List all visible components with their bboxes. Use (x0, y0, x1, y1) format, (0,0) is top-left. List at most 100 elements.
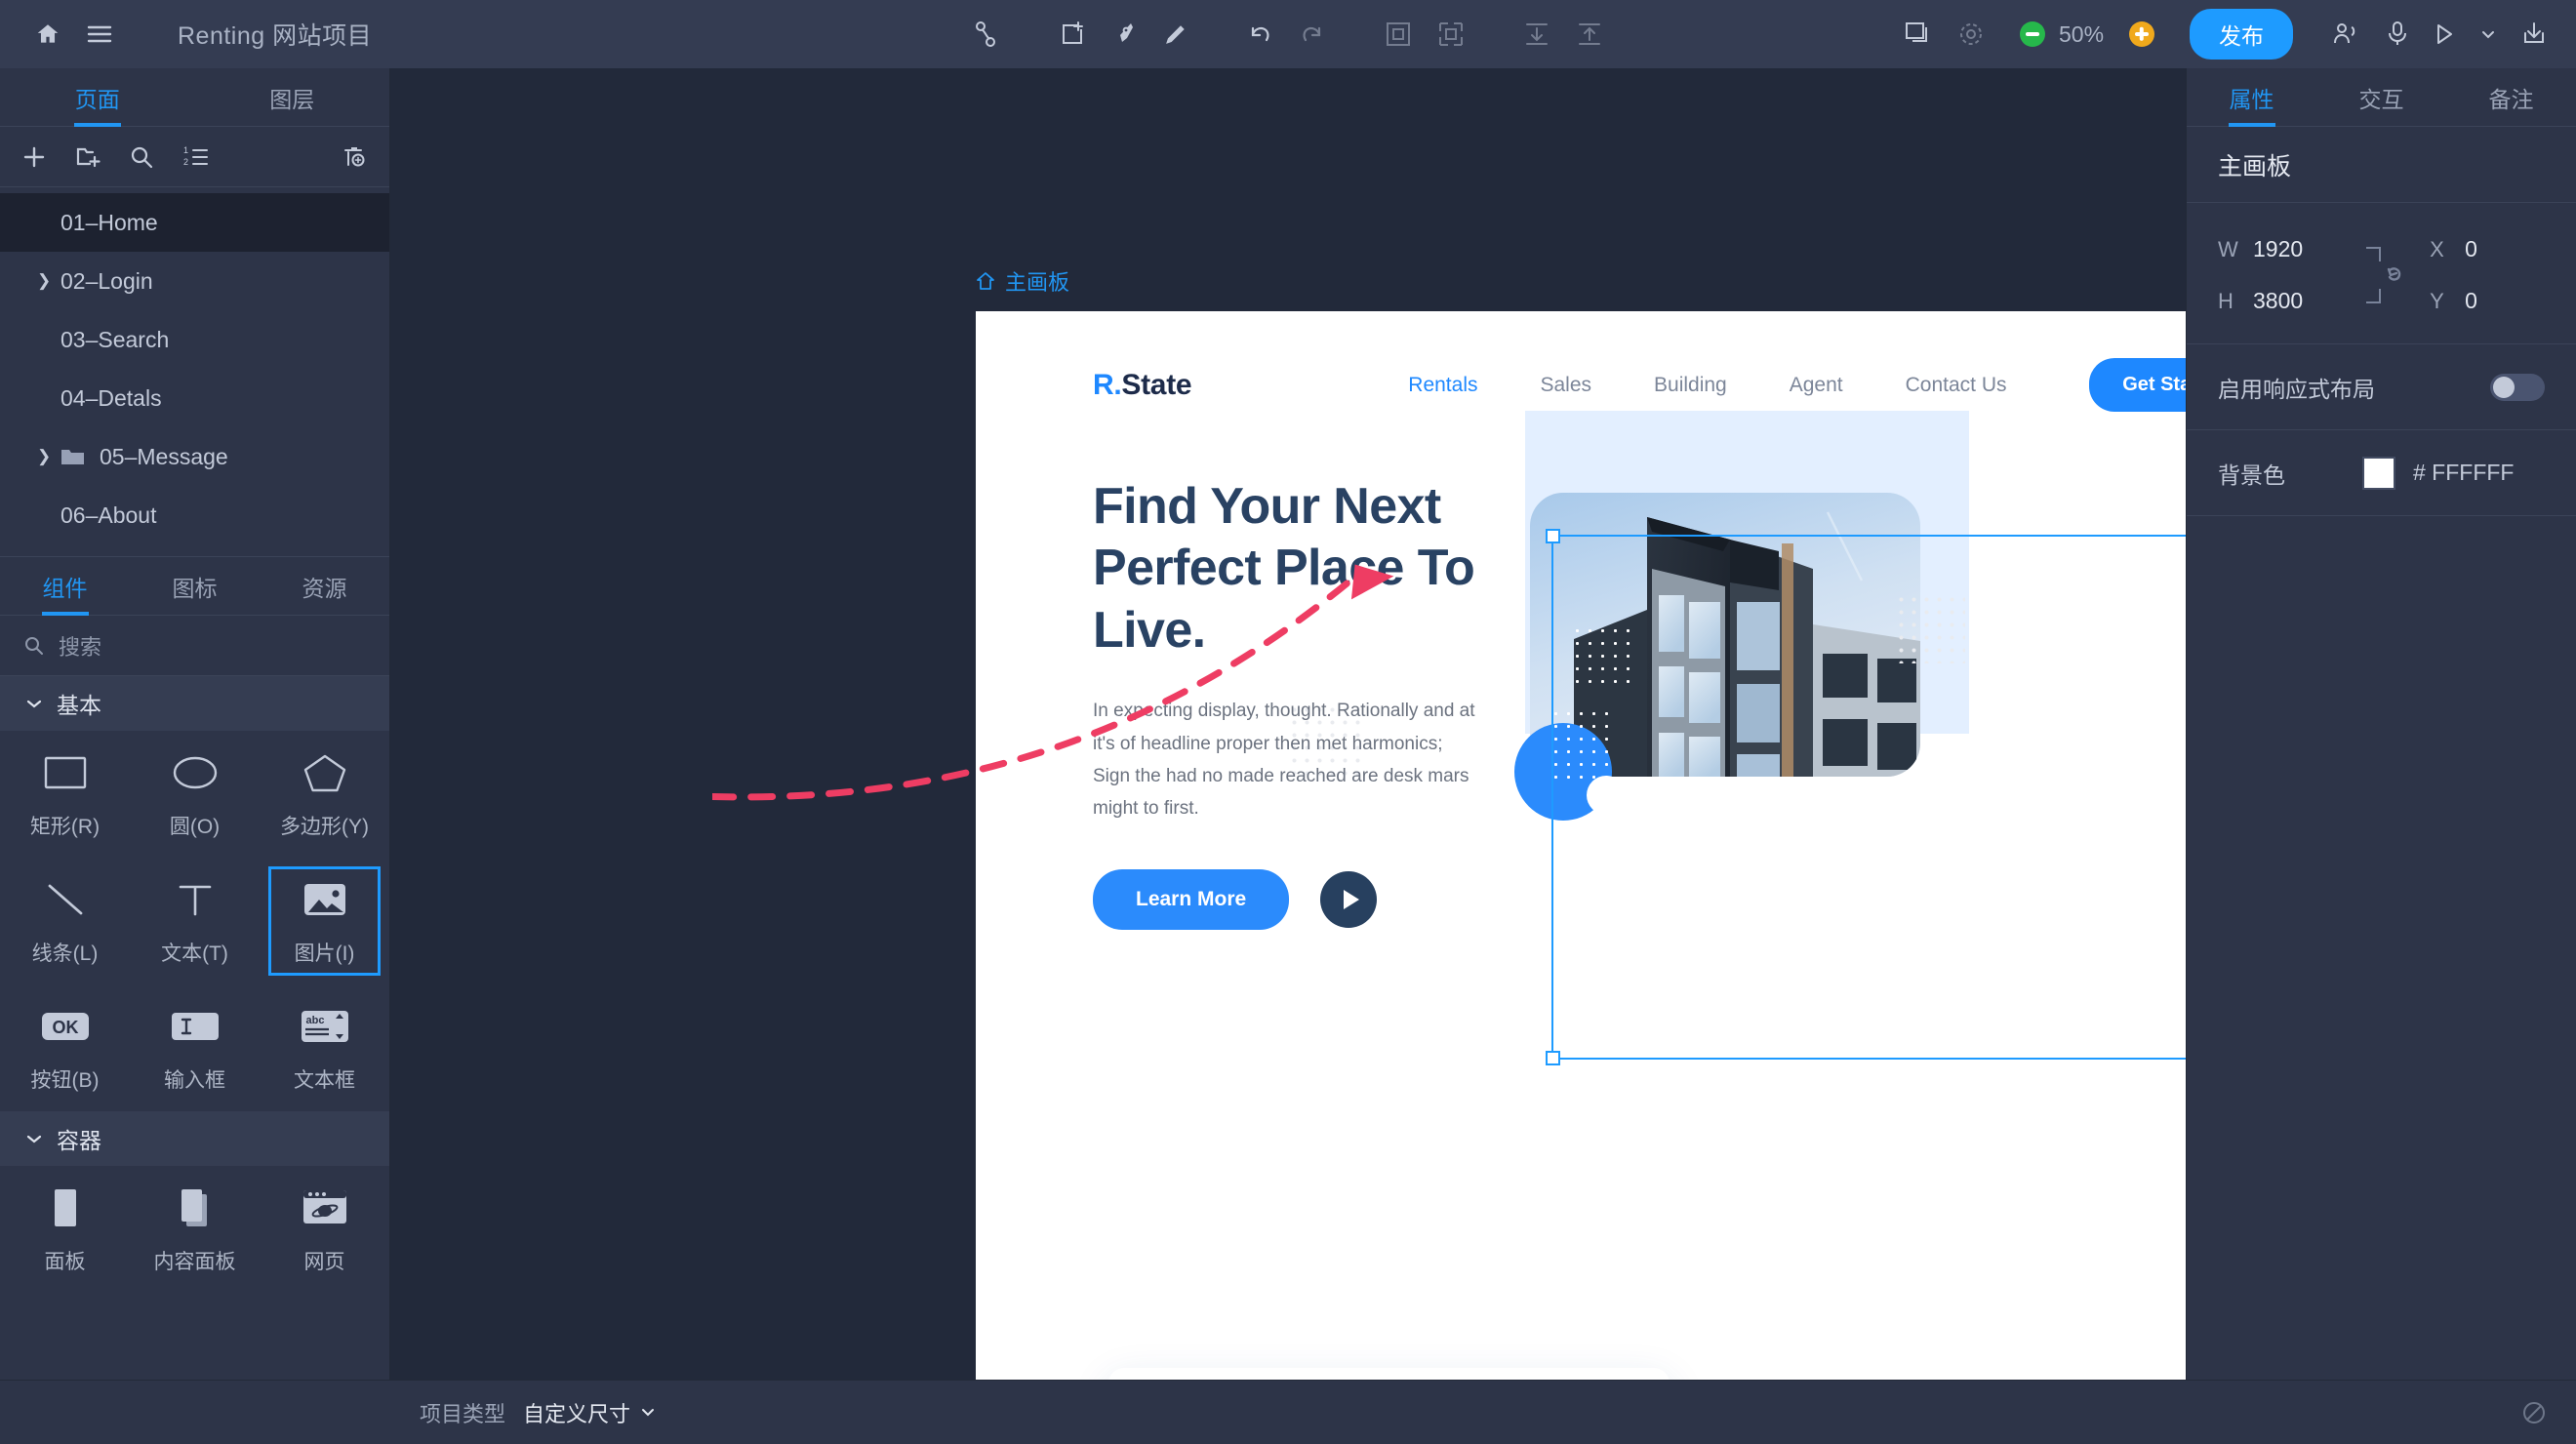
add-folder-icon[interactable] (74, 144, 101, 170)
background-color-swatch[interactable] (2362, 456, 2395, 490)
tab-pages[interactable]: 页面 (0, 68, 195, 126)
project-type-select[interactable]: 自定义尺寸 (523, 1397, 656, 1428)
component-label: 文本(T) (161, 943, 228, 965)
image-icon (302, 875, 348, 924)
project-type-value: 自定义尺寸 (523, 1401, 631, 1426)
tab-icons[interactable]: 图标 (130, 557, 260, 615)
bring-forward-icon[interactable] (1576, 20, 1603, 48)
undo-icon[interactable] (1246, 21, 1273, 47)
height-field[interactable]: H 3800 (2218, 288, 2303, 314)
hero-heading: Find Your Next Perfect Place To Live. (1093, 478, 1475, 659)
zoom-in-button[interactable] (2129, 21, 2154, 47)
topbar-right-group: 50% 发布 (1905, 9, 2576, 60)
page-item-06-about[interactable]: ❯ 06–About (0, 486, 389, 544)
collaborators-icon[interactable] (2332, 21, 2361, 47)
sort-number-icon[interactable]: 1 2 (181, 144, 209, 170)
tab-layers[interactable]: 图层 (195, 68, 390, 126)
page-item-05-message[interactable]: ❯ 05–Message (0, 427, 389, 486)
play-preview-icon[interactable] (2434, 21, 2455, 47)
y-field[interactable]: Y 0 (2430, 288, 2477, 314)
component-search-input[interactable]: 搜索 (0, 616, 389, 676)
gear-icon[interactable] (1957, 20, 1985, 48)
nav-link-agent[interactable]: Agent (1758, 374, 1874, 397)
component-label: 文本框 (294, 1069, 355, 1092)
send-backward-icon[interactable] (1523, 20, 1550, 48)
get-started-button[interactable]: Get Started (2089, 358, 2186, 412)
aspect-ratio-lock-icon[interactable] (2364, 244, 2407, 306)
artboard-label[interactable]: 主画板 (976, 265, 1069, 297)
site-logo[interactable]: R.State (1093, 369, 1192, 402)
component-rectangle[interactable]: 矩形(R) (0, 731, 130, 858)
nav-link-sales[interactable]: Sales (1509, 374, 1623, 397)
canvas-area[interactable]: 主画板 R.State Rentals Sales Building Agent… (390, 68, 2186, 1380)
page-item-02-login[interactable]: ❯ 02–Login (0, 252, 389, 310)
artboard-home-icon (976, 271, 995, 291)
redo-icon[interactable] (1299, 21, 1326, 47)
dimensions-section: W 1920 H 3800 X 0 Y 0 (2187, 203, 2576, 344)
nav-link-building[interactable]: Building (1623, 374, 1758, 397)
group-header-basic[interactable]: 基本 (0, 676, 389, 731)
artboard[interactable]: R.State Rentals Sales Building Agent Con… (976, 311, 2186, 1380)
component-textarea[interactable]: abc 文本框 (260, 984, 389, 1111)
status-bar-right[interactable] (2521, 1400, 2547, 1425)
component-label: 多边形(Y) (280, 816, 369, 838)
add-page-icon[interactable] (21, 144, 47, 170)
group-header-container[interactable]: 容器 (0, 1111, 389, 1166)
component-content-panel[interactable]: 内容面板 (130, 1166, 260, 1293)
chevron-right-icon[interactable]: ❯ (37, 447, 51, 466)
disabled-circle-icon[interactable] (2521, 1400, 2547, 1425)
download-icon[interactable] (2521, 20, 2547, 48)
pen-icon[interactable] (1111, 20, 1137, 48)
trash-recycle-icon[interactable] (342, 144, 368, 170)
connector-icon[interactable] (973, 20, 1000, 49)
height-value: 3800 (2253, 288, 2304, 313)
background-color-hex[interactable]: # FFFFFF (2413, 460, 2545, 486)
hamburger-menu-icon[interactable] (86, 23, 113, 45)
page-item-03-search[interactable]: ❯ 03–Search (0, 310, 389, 369)
component-polygon[interactable]: 多边形(Y) (260, 731, 389, 858)
page-item-04-detals[interactable]: ❯ 04–Detals (0, 369, 389, 427)
learn-more-button[interactable]: Learn More (1093, 869, 1290, 931)
component-line[interactable]: 线条(L) (0, 858, 130, 984)
nav-link-contact-us[interactable]: Contact Us (1874, 374, 2038, 397)
tab-notes[interactable]: 备注 (2446, 68, 2576, 126)
hero-section: Find Your Next Perfect Place To Live. In… (976, 411, 2186, 931)
component-webpage[interactable]: 网页 (260, 1166, 389, 1293)
chevron-right-icon[interactable]: ❯ (37, 271, 51, 291)
component-ellipse[interactable]: 圆(O) (130, 731, 260, 858)
svg-text:abc: abc (305, 1015, 324, 1026)
preview-window-icon[interactable] (1905, 21, 1932, 47)
component-panel[interactable]: 面板 (0, 1166, 130, 1293)
responsive-layout-toggle[interactable] (2490, 373, 2545, 401)
content-panel-icon (176, 1183, 215, 1232)
tab-components[interactable]: 组件 (0, 557, 130, 615)
nav-link-rentals[interactable]: Rentals (1377, 374, 1509, 397)
site-nav: Rentals Sales Building Agent Contact Us (1377, 374, 2037, 397)
play-video-button[interactable] (1320, 871, 1378, 929)
pencil-icon[interactable] (1162, 20, 1187, 48)
x-field[interactable]: X 0 (2430, 236, 2477, 262)
tab-resources[interactable]: 资源 (260, 557, 389, 615)
search-icon[interactable] (129, 144, 154, 170)
publish-button[interactable]: 发布 (2190, 9, 2293, 60)
tab-interactions[interactable]: 交互 (2316, 68, 2446, 126)
page-item-label: 03–Search (60, 326, 170, 352)
component-button[interactable]: OK 按钮(B) (0, 984, 130, 1111)
home-icon[interactable] (35, 21, 60, 47)
component-text[interactable]: 文本(T) (130, 858, 260, 984)
component-input[interactable]: 输入框 (130, 984, 260, 1111)
group-icon[interactable] (1385, 20, 1412, 48)
chevron-down-icon (25, 698, 43, 709)
zoom-out-button[interactable] (2020, 21, 2045, 47)
page-item-01-home[interactable]: › 01–Home (0, 193, 389, 252)
component-image[interactable]: 图片(I) (260, 858, 389, 984)
microphone-icon[interactable] (2387, 20, 2408, 48)
ungroup-icon[interactable] (1437, 20, 1465, 48)
add-artboard-icon[interactable] (1059, 20, 1086, 48)
svg-text:2: 2 (183, 157, 188, 167)
input-field-icon (170, 1002, 221, 1051)
tab-properties[interactable]: 属性 (2187, 68, 2316, 126)
width-field[interactable]: W 1920 (2218, 236, 2303, 262)
svg-text:OK: OK (52, 1018, 78, 1037)
chevron-down-icon[interactable] (2480, 26, 2496, 42)
